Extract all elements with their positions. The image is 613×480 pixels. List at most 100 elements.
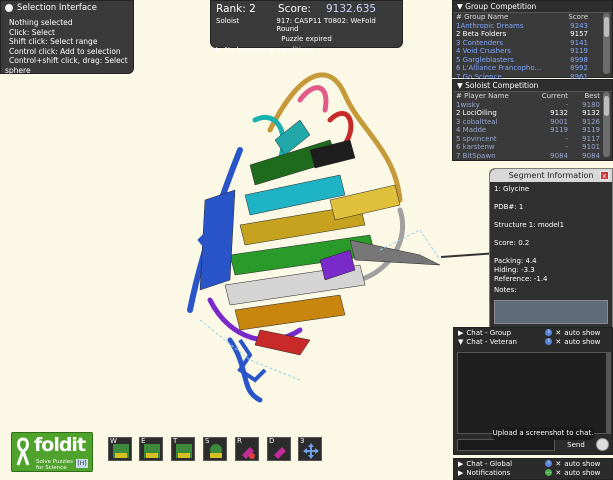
reset-button[interactable]: R <box>235 437 259 461</box>
player-role: Soloist <box>216 17 240 25</box>
group-competition-header[interactable]: ▼ Group Competition <box>453 1 612 13</box>
table-row[interactable]: 4 Void Crushers 9119 <box>456 47 603 56</box>
foldit-logo[interactable]: foldit Solve Puzzles for Science [H] <box>11 432 93 472</box>
bottom-chat-tabs: ▶ Chat - Global i ✕ auto show ▶ Notifica… <box>453 458 613 480</box>
triangle-right-icon: ▶ <box>458 459 464 468</box>
puzzle-name: 917: CASP11 T0802: WeFold Round <box>276 17 376 33</box>
chat-input[interactable] <box>457 439 555 451</box>
band-button[interactable]: D <box>267 437 291 461</box>
table-row[interactable]: 7 BitSpawn 9084 9084 <box>456 152 603 161</box>
table-header: # Player Name Current Best <box>456 92 600 100</box>
notifications-tab[interactable]: ▶ Notifications … ✕ auto show <box>454 468 612 477</box>
triangle-down-icon: ▼ <box>458 337 464 346</box>
segment-reference: Reference: -1.4 <box>494 275 548 283</box>
scrollbar[interactable] <box>603 13 610 74</box>
rebuild-all-button[interactable]: S <box>203 437 227 461</box>
score-label: Score: <box>278 3 311 15</box>
triangle-right-icon: ▶ <box>458 328 464 337</box>
notes-input[interactable] <box>494 300 608 324</box>
scrollbar[interactable] <box>606 352 611 434</box>
table-row[interactable]: 3 cobaltteal 9001 9126 <box>456 118 603 127</box>
move-icon <box>303 443 319 459</box>
info-icon[interactable]: i <box>545 460 553 467</box>
group-competition-panel: ▼ Group Competition # Group Name Score 1… <box>452 0 613 81</box>
triangle-right-icon: ▶ <box>216 46 221 53</box>
close-icon[interactable]: x <box>600 171 609 180</box>
selection-help-line: Control click: Add to selection <box>9 46 121 56</box>
chat-tab-group[interactable]: ▶ Chat - Group i ✕ auto show <box>454 328 612 337</box>
bonus-text: No bonuses or conditions <box>224 46 314 54</box>
triangle-right-icon: ▶ <box>458 468 464 477</box>
selection-help-line: sphere <box>5 65 31 75</box>
reset-icon <box>242 447 255 459</box>
sheet-strand <box>199 189 236 291</box>
rank-label: Rank: 2 <box>216 3 256 15</box>
segment-information-header[interactable]: Segment Information x <box>490 169 612 182</box>
segment-information-panel: Segment Information x 1: Glycine PDB#: 1… <box>489 168 613 332</box>
scrollbar-thumb[interactable] <box>604 17 609 37</box>
band-icon <box>274 447 286 459</box>
segment-score: Score: 0.2 <box>494 239 530 247</box>
chat-log[interactable] <box>457 352 607 434</box>
segment-packing: Packing: 4.4 <box>494 257 537 265</box>
close-icon[interactable]: ✕ <box>555 329 561 337</box>
wiggle-all-icon <box>113 444 129 458</box>
camera-icon[interactable] <box>596 438 609 451</box>
segment-structure: Structure 1: model1 <box>494 221 565 229</box>
scrollbar[interactable] <box>603 92 610 157</box>
info-icon[interactable]: i <box>545 329 553 336</box>
chat-tab-global[interactable]: ▶ Chat - Global i ✕ auto show <box>454 459 612 468</box>
table-row[interactable]: 4 Madde 9119 9119 <box>456 126 603 135</box>
score-panel: Rank: 2 Score: 9132.635 Soloist 917: CAS… <box>210 0 403 54</box>
table-row[interactable]: 3 Contenders 9141 <box>456 39 603 48</box>
selection-help-line: Click: Select <box>9 27 55 37</box>
segment-information-title: Segment Information <box>508 171 594 180</box>
chat-tab-veteran[interactable]: ▼ Chat - Veteran i ✕ auto show <box>454 337 612 346</box>
group-competition-title: Group Competition <box>465 2 537 11</box>
move-button[interactable]: 3 <box>298 437 322 461</box>
info-icon[interactable]: … <box>545 469 553 476</box>
selection-interface-title: Selection Interface <box>17 3 97 13</box>
soloist-competition-panel: ▼ Soloist Competition # Player Name Curr… <box>452 79 613 161</box>
soloist-competition-header[interactable]: ▼ Soloist Competition <box>453 80 612 92</box>
segment-residue: 1: Glycine <box>494 185 530 193</box>
triangle-down-icon: ▼ <box>457 81 463 90</box>
close-icon[interactable]: ✕ <box>555 469 561 477</box>
table-row[interactable]: 1Anthropic Dreams 9243 <box>456 22 603 31</box>
selection-help-line: Shift click: Select range <box>9 37 98 46</box>
shake-all-icon <box>144 444 160 458</box>
notes-label: Notes: <box>494 286 517 294</box>
selection-interface-header[interactable]: Selection Interface <box>5 3 129 13</box>
ribbon-icon <box>16 437 30 466</box>
table-row[interactable]: 5 spvincent -9117 <box>456 135 603 144</box>
score-value: 9132.635 <box>326 3 377 15</box>
table-row[interactable]: 2 LociOiling 9132 9132 <box>456 109 603 118</box>
logo-tagline: Solve Puzzles for Science <box>36 459 74 471</box>
triangle-down-icon: ▼ <box>457 2 463 11</box>
selection-help-line: Nothing selected <box>9 18 73 27</box>
info-icon[interactable]: i <box>545 338 553 345</box>
tweak-all-button[interactable]: T <box>171 437 195 461</box>
help-button[interactable]: [H] <box>76 459 88 468</box>
scrollbar-thumb[interactable] <box>604 96 609 116</box>
segment-hiding: Hiding: -3.3 <box>494 266 535 274</box>
wiggle-all-button[interactable]: W <box>108 437 132 461</box>
screenshot-tooltip: Upload a screenshot to chat. <box>492 427 594 440</box>
table-header: # Group Name Score <box>456 13 588 21</box>
selection-interface-panel: Selection Interface Nothing selected Cli… <box>0 0 134 75</box>
table-row[interactable]: 6 L'Alliance Francopho... 8992 <box>456 64 603 73</box>
send-button[interactable]: Send <box>558 439 594 451</box>
protein-loop <box>297 85 329 113</box>
selection-help-line: Control+shift click, drag: Select <box>9 56 128 65</box>
table-row[interactable]: 6 karstenw -9101 <box>456 143 603 152</box>
sheet-strand <box>349 239 441 266</box>
table-row[interactable]: 1wisky -9180 <box>456 101 603 110</box>
close-icon[interactable]: ✕ <box>555 460 561 468</box>
table-row[interactable]: 2 Beta Folders 9157 <box>456 30 603 39</box>
shake-all-button[interactable]: E <box>139 437 163 461</box>
close-icon[interactable]: ✕ <box>555 338 561 346</box>
sheet-strand <box>254 329 311 356</box>
bonus-toggle[interactable]: ▶ No bonuses or conditions <box>216 46 397 54</box>
puzzle-status: Puzzle expired <box>281 35 332 43</box>
table-row[interactable]: 5 Gargleblasters 8998 <box>456 56 603 65</box>
